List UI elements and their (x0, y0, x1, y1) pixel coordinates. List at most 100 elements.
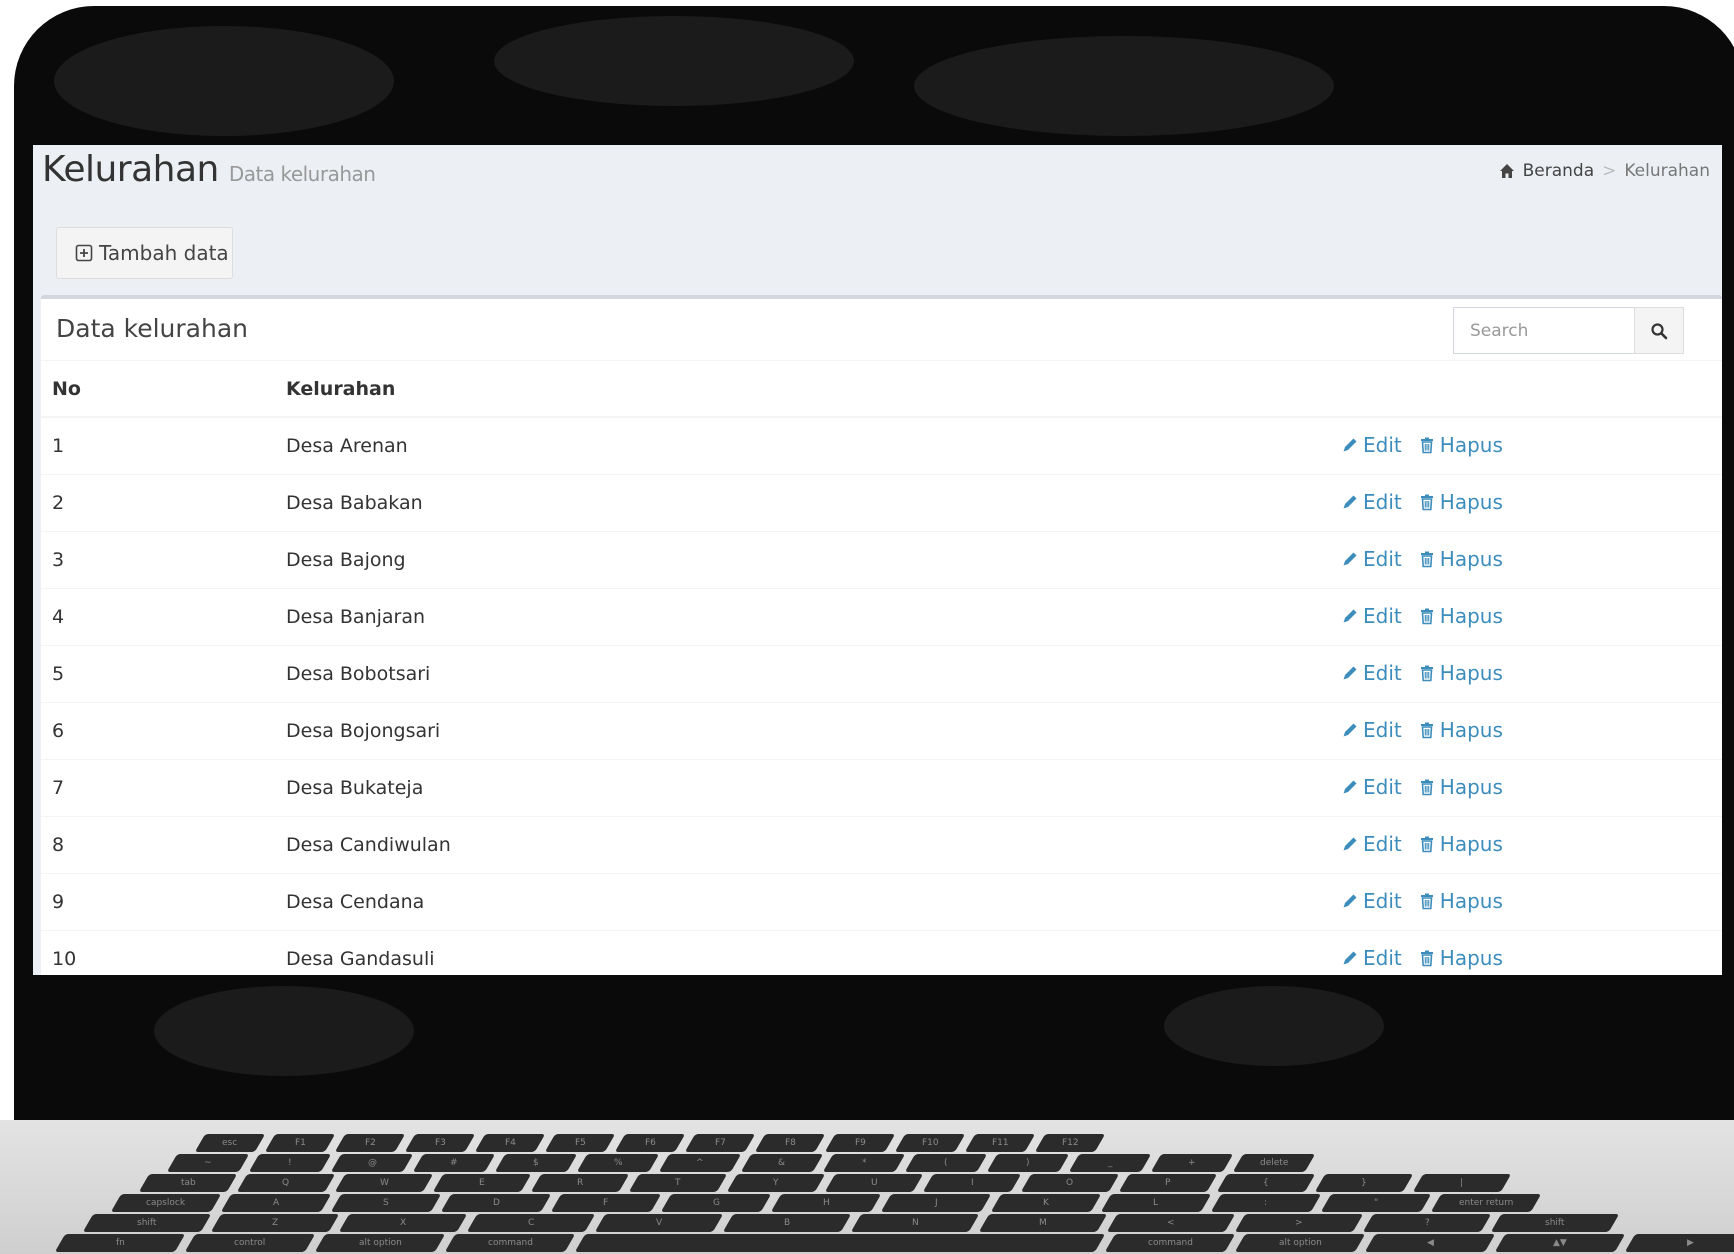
keyboard-key: _ (1068, 1154, 1152, 1172)
keyboard-key: esc (194, 1134, 266, 1152)
trash-icon (1420, 608, 1433, 624)
trash-icon (1420, 722, 1433, 738)
keyboard-key: D (440, 1194, 552, 1212)
keyboard-key: ^ (658, 1154, 742, 1172)
keyboard-row: esc F1 F2 F3 F4 F5 F6 F7 F8 F9 F10 F11 F12 (194, 1134, 1106, 1152)
keyboard-key: ! (248, 1154, 332, 1172)
keyboard-key: F11 (964, 1134, 1036, 1152)
keyboard-key: F7 (684, 1134, 756, 1152)
table-row: 6 Desa Bojongsari Edit Hapus (41, 701, 1722, 759)
edit-link[interactable]: Edit (1341, 490, 1402, 514)
map-decoration (914, 36, 1334, 136)
pencil-icon (1343, 894, 1357, 907)
keyboard-key: ( (904, 1154, 988, 1172)
delete-label: Hapus (1439, 774, 1503, 799)
delete-link[interactable]: Hapus (1418, 718, 1503, 742)
edit-label: Edit (1363, 717, 1402, 742)
row-kelurahan-name: Desa Babakan (275, 473, 1330, 531)
trash-icon (1420, 665, 1433, 681)
row-kelurahan-name: Desa Gandasuli (275, 929, 1330, 975)
table-row: 1 Desa Arenan Edit Hapus (41, 416, 1722, 474)
table-header-row: No Kelurahan (41, 361, 1722, 418)
delete-link[interactable]: Hapus (1418, 547, 1503, 571)
pencil-icon (1343, 438, 1357, 452)
edit-link[interactable]: Edit (1341, 547, 1402, 571)
table-row: 8 Desa Candiwulan Edit Hapus (41, 815, 1722, 873)
map-decoration (1164, 986, 1384, 1066)
column-header-kelurahan: Kelurahan (275, 361, 1330, 418)
row-actions: Edit Hapus (1330, 815, 1722, 873)
keyboard-key: I (922, 1174, 1022, 1192)
page-title: Kelurahan Data kelurahan (42, 149, 376, 190)
add-data-label: Tambah data (99, 241, 229, 265)
keyboard-key: + (1150, 1154, 1234, 1172)
keyboard-key: capslock (110, 1194, 222, 1212)
edit-label: Edit (1363, 603, 1402, 628)
edit-link[interactable]: Edit (1341, 433, 1402, 457)
edit-label: Edit (1363, 945, 1402, 970)
breadcrumb-home-link[interactable]: Beranda (1523, 161, 1595, 181)
edit-link[interactable]: Edit (1341, 889, 1402, 913)
keyboard-key: enter return (1430, 1194, 1542, 1212)
search-button[interactable] (1634, 307, 1684, 354)
row-number: 1 (41, 416, 275, 474)
keyboard-key: * (822, 1154, 906, 1172)
table-row: 4 Desa Banjaran Edit Hapus (41, 587, 1722, 645)
row-kelurahan-name: Desa Bukateja (275, 758, 1330, 816)
edit-link[interactable]: Edit (1341, 718, 1402, 742)
edit-label: Edit (1363, 660, 1402, 685)
box-title: Data kelurahan (56, 314, 249, 343)
keyboard-key: E (432, 1174, 532, 1192)
breadcrumb: Beranda > Kelurahan (1499, 161, 1710, 181)
keyboard-key (574, 1234, 1106, 1252)
delete-link[interactable]: Hapus (1418, 604, 1503, 628)
keyboard-key: T (628, 1174, 728, 1192)
keyboard-key: F9 (824, 1134, 896, 1152)
delete-label: Hapus (1439, 945, 1503, 970)
keyboard-row: capslock A S D F G H J K L: " enter return (110, 1194, 1542, 1212)
pencil-icon (1343, 609, 1357, 622)
keyboard-key: F4 (474, 1134, 546, 1152)
delete-link[interactable]: Hapus (1418, 433, 1503, 457)
keyboard-row: tab Q W E R T Y U I O P{} | (138, 1174, 1512, 1192)
keyboard-key: : (1210, 1194, 1322, 1212)
delete-link[interactable]: Hapus (1418, 490, 1503, 514)
edit-link[interactable]: Edit (1341, 946, 1402, 970)
pencil-icon (1343, 666, 1357, 679)
plus-square-icon (75, 244, 93, 262)
search-input[interactable] (1453, 307, 1634, 354)
trash-icon (1420, 779, 1433, 795)
keyboard-key: F1 (264, 1134, 336, 1152)
breadcrumb-separator: > (1602, 161, 1617, 181)
row-kelurahan-name: Desa Candiwulan (275, 815, 1330, 873)
keyboard-key: V (594, 1214, 724, 1232)
edit-link[interactable]: Edit (1341, 775, 1402, 799)
trash-icon (1420, 893, 1433, 909)
delete-label: Hapus (1439, 888, 1503, 913)
delete-link[interactable]: Hapus (1418, 889, 1503, 913)
table-row: 3 Desa Bajong Edit Hapus (41, 530, 1722, 588)
search-icon (1651, 322, 1668, 339)
keyboard-key: @ (330, 1154, 414, 1172)
edit-link[interactable]: Edit (1341, 661, 1402, 685)
keyboard-key: < (1106, 1214, 1236, 1232)
delete-label: Hapus (1439, 603, 1503, 628)
row-kelurahan-name: Desa Bojongsari (275, 701, 1330, 759)
row-number: 2 (41, 473, 275, 531)
edit-link[interactable]: Edit (1341, 832, 1402, 856)
delete-link[interactable]: Hapus (1418, 775, 1503, 799)
edit-link[interactable]: Edit (1341, 604, 1402, 628)
add-data-button[interactable]: Tambah data (56, 227, 233, 279)
search-group (1453, 307, 1684, 354)
trash-icon (1420, 494, 1433, 510)
delete-label: Hapus (1439, 432, 1503, 457)
delete-link[interactable]: Hapus (1418, 832, 1503, 856)
page-subtitle: Data kelurahan (228, 162, 376, 186)
keyboard-key: alt option (1234, 1234, 1366, 1252)
row-number: 3 (41, 530, 275, 588)
keyboard-key: Q (236, 1174, 336, 1192)
delete-link[interactable]: Hapus (1418, 946, 1503, 970)
keyboard-key: F5 (544, 1134, 616, 1152)
delete-link[interactable]: Hapus (1418, 661, 1503, 685)
keyboard-key: M (978, 1214, 1108, 1232)
